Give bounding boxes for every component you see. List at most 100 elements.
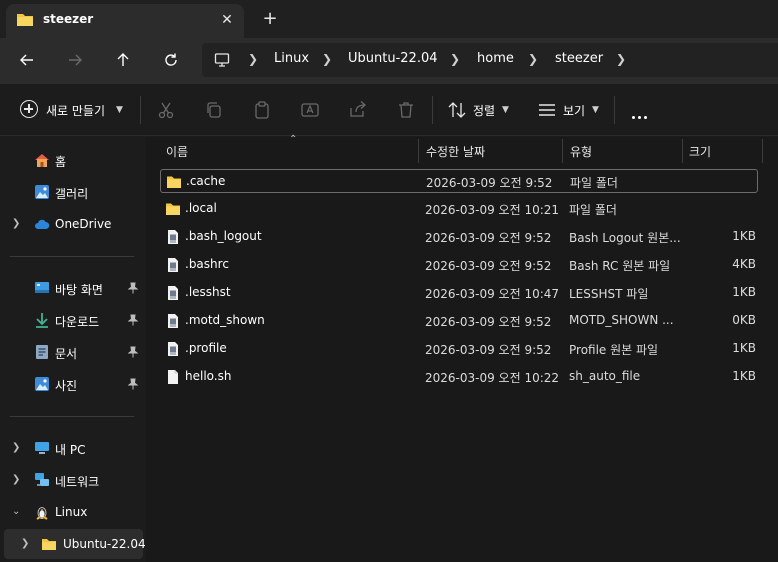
- column-header-size[interactable]: 크기: [689, 137, 759, 163]
- file-row[interactable]: .motd_shown 2026-03-09 오전 9:52 MOTD_SHOWN …: [160, 309, 758, 333]
- sidebar-item-this-pc[interactable]: ❯ 내 PC: [0, 433, 146, 463]
- column-divider[interactable]: [418, 139, 419, 163]
- arrow-up-icon: [117, 53, 129, 66]
- sidebar-item-downloads[interactable]: 다운로드: [0, 305, 146, 335]
- cut-icon[interactable]: [156, 100, 176, 120]
- chevron-right-icon: ❯: [450, 52, 461, 66]
- sidebar-item-linux[interactable]: ⌄ Linux: [0, 497, 146, 527]
- share-icon[interactable]: [348, 100, 368, 120]
- sidebar-item-documents[interactable]: 문서: [0, 337, 146, 367]
- file-type: Bash Logout 원본...: [569, 231, 681, 245]
- chevron-right-icon[interactable]: ❯: [21, 538, 29, 549]
- file-row[interactable]: .bash_logout 2026-03-09 오전 9:52 Bash Logou…: [160, 225, 758, 249]
- sidebar-item-desktop[interactable]: 바탕 화면: [0, 273, 146, 303]
- dot-icon: [644, 116, 647, 119]
- paste-icon[interactable]: [252, 100, 272, 120]
- sidebar-item-pictures[interactable]: 사진: [0, 369, 146, 399]
- column-divider[interactable]: [762, 139, 763, 163]
- divider: [140, 96, 141, 124]
- view-label: 보기: [563, 104, 586, 118]
- up-button[interactable]: [110, 48, 136, 72]
- file-row[interactable]: hello.sh 2026-03-09 오전 10:22 sh_auto_file 1…: [160, 365, 758, 389]
- desktop-icon: [35, 282, 49, 293]
- back-button[interactable]: [14, 48, 40, 72]
- file-name: hello.sh: [185, 369, 232, 383]
- chevron-right-icon[interactable]: ❯: [12, 474, 20, 485]
- file-name: .local: [185, 201, 217, 215]
- file-name: .profile: [185, 341, 227, 355]
- file-type: MOTD_SHOWN ...: [569, 313, 674, 327]
- breadcrumb-ubuntu[interactable]: Ubuntu-22.04: [348, 51, 438, 66]
- gallery-icon: [35, 185, 49, 199]
- sidebar-item-label: 문서: [55, 347, 78, 361]
- delete-icon[interactable]: [396, 100, 416, 120]
- view-button[interactable]: 보기 ▼: [537, 100, 607, 120]
- sidebar-item-label: OneDrive: [55, 217, 112, 231]
- column-header-date[interactable]: 수정한 날짜: [426, 137, 564, 163]
- file-row[interactable]: .cache 2026-03-09 오전 9:52 파일 폴더: [160, 169, 758, 193]
- sidebar-item-gallery[interactable]: 갤러리: [0, 177, 146, 207]
- column-divider[interactable]: [682, 139, 683, 163]
- chevron-down-icon: ▼: [592, 105, 599, 115]
- navigation-bar: ❯ Linux ❯ Ubuntu-22.04 ❯ home ❯ steezer …: [0, 38, 778, 84]
- pictures-icon: [35, 377, 49, 391]
- sidebar-item-onedrive[interactable]: ❯ OneDrive: [0, 209, 146, 239]
- sort-label: 정렬: [473, 104, 496, 118]
- file-name: .motd_shown: [185, 313, 265, 327]
- sort-icon: [448, 102, 466, 118]
- file-row[interactable]: .lesshst 2026-03-09 오전 10:47 LESSHST 파일 1KB: [160, 281, 758, 305]
- file-row[interactable]: .bashrc 2026-03-09 오전 9:52 Bash RC 원본 파일 4K…: [160, 253, 758, 277]
- arrow-right-icon: [69, 54, 82, 66]
- network-icon: [35, 473, 49, 486]
- title-bar: steezer ✕ +: [0, 0, 778, 38]
- more-options-button[interactable]: [632, 108, 650, 122]
- sidebar-item-label: Ubuntu-22.04: [63, 537, 146, 551]
- column-divider[interactable]: [562, 139, 563, 163]
- file-size: 4KB: [732, 257, 756, 271]
- divider: [10, 416, 134, 417]
- folder-icon: [166, 203, 180, 215]
- file-type: 파일 폴더: [570, 176, 618, 190]
- refresh-button[interactable]: [158, 48, 184, 72]
- navigation-pane: 홈 갤러리 ❯ OneDrive 바탕 화면 다운로드 문서 사진 ❯ 내 PC…: [0, 137, 146, 562]
- home-icon: [35, 154, 49, 167]
- file-size: 1KB: [732, 369, 756, 383]
- tab-title: steezer: [43, 12, 94, 26]
- sidebar-item-label: 네트워크: [55, 475, 100, 489]
- linux-icon: [36, 507, 48, 520]
- close-icon[interactable]: ✕: [218, 11, 236, 29]
- file-type: Profile 원본 파일: [569, 343, 659, 357]
- chevron-right-icon[interactable]: ❯: [12, 218, 20, 229]
- document-icon: [36, 345, 48, 359]
- file-name: .lesshst: [185, 285, 231, 299]
- chevron-right-icon: ❯: [322, 52, 333, 66]
- chevron-down-icon[interactable]: ⌄: [12, 506, 20, 517]
- dot-icon: [632, 116, 635, 119]
- file-type: sh_auto_file: [569, 369, 641, 383]
- file-type: 파일 폴더: [569, 203, 617, 217]
- file-size: 0KB: [732, 313, 756, 327]
- file-row[interactable]: .local 2026-03-09 오전 10:21 파일 폴더: [160, 197, 758, 221]
- chevron-down-icon: ▼: [502, 105, 509, 115]
- rename-icon[interactable]: [300, 100, 320, 120]
- tab-steezer[interactable]: steezer ✕: [6, 4, 244, 38]
- file-size: 1KB: [732, 229, 756, 243]
- sort-button[interactable]: 정렬 ▼: [447, 100, 517, 120]
- sidebar-item-ubuntu[interactable]: ❯ Ubuntu-22.04: [4, 529, 146, 559]
- chevron-right-icon[interactable]: ❯: [12, 442, 20, 453]
- copy-icon[interactable]: [204, 100, 224, 120]
- column-header-name[interactable]: 이름: [166, 137, 416, 163]
- breadcrumb-linux[interactable]: Linux: [274, 51, 309, 66]
- address-bar[interactable]: ❯ Linux ❯ Ubuntu-22.04 ❯ home ❯ steezer …: [202, 43, 778, 77]
- pin-icon: [128, 378, 138, 390]
- new-tab-button[interactable]: +: [260, 9, 280, 29]
- forward-button[interactable]: [62, 48, 88, 72]
- breadcrumb-home[interactable]: home: [477, 51, 514, 66]
- sidebar-item-network[interactable]: ❯ 네트워크: [0, 465, 146, 495]
- file-row[interactable]: .profile 2026-03-09 오전 9:52 Profile 원본 파일 1…: [160, 337, 758, 361]
- breadcrumb-steezer[interactable]: steezer: [555, 51, 603, 66]
- column-header-type[interactable]: 유형: [570, 137, 685, 163]
- chevron-right-icon: ❯: [528, 52, 539, 66]
- view-icon: [539, 104, 555, 116]
- sidebar-item-home[interactable]: 홈: [0, 145, 146, 175]
